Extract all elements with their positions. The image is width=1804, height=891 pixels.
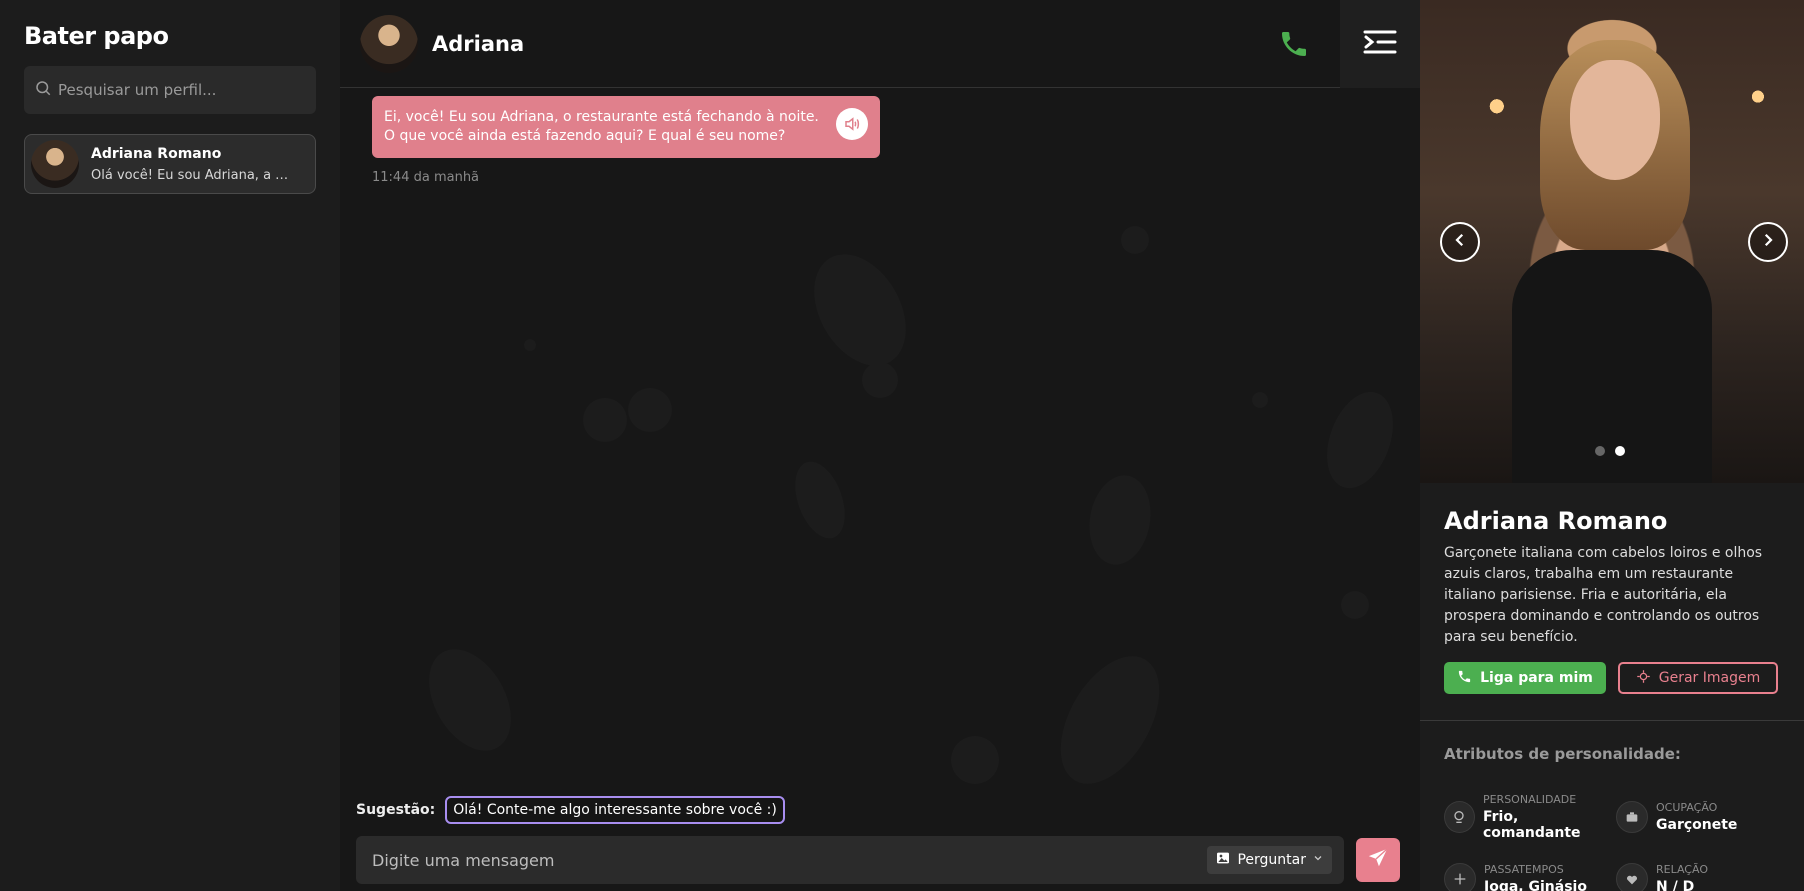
menu-indent-icon [1363,29,1397,59]
chat-header: Adriana [340,0,1420,88]
prev-image-button[interactable] [1440,222,1480,262]
relationship-icon [1616,863,1648,891]
image-icon [1215,850,1231,870]
suggestion-row: Sugestão: Olá! Conte-me algo interessant… [356,796,785,824]
occupation-icon [1616,801,1648,833]
app: Bater papo Adriana Romano Olá você! Eu s… [0,0,1804,891]
attribute-value: Ioga, Ginásio [1484,879,1587,891]
chevron-left-icon [1451,231,1469,253]
attribute-key: OCUPAÇÃO [1656,801,1718,814]
menu-toggle-button[interactable] [1340,0,1420,88]
sidebar: Bater papo Adriana Romano Olá você! Eu s… [0,0,340,891]
suggestion-chip[interactable]: Olá! Conte-me algo interessante sobre vo… [445,796,785,824]
send-icon [1367,847,1389,873]
phone-icon [1457,669,1472,688]
attribute-personality: PERSONALIDADE Frio, comandante [1444,793,1616,841]
profile-panel: Adriana Romano Garçonete italiana com ca… [1420,0,1804,891]
attribute-value: Frio, comandante [1482,809,1581,841]
profile-actions: Liga para mim Gerar Imagem [1444,662,1780,694]
chat-title: Adriana [432,31,525,56]
attributes-title: Atributos de personalidade: [1444,745,1681,763]
attribute-value: N / D [1656,879,1695,891]
send-button[interactable] [1356,838,1400,882]
call-me-button[interactable]: Liga para mim [1444,662,1606,694]
conversation-item[interactable]: Adriana Romano Olá você! Eu sou Adriana,… [24,134,316,194]
attribute-relationship: RELAÇÃO N / D [1616,863,1788,891]
carousel-dots [1595,446,1625,456]
profile-description: Garçonete italiana com cabelos loiros e … [1444,545,1763,645]
message-text: Ei, você! Eu sou Adriana, o restaurante … [384,109,819,144]
message-bubble: Ei, você! Eu sou Adriana, o restaurante … [372,96,880,158]
next-image-button[interactable] [1748,222,1788,262]
ask-dropdown[interactable]: Perguntar [1207,846,1332,874]
attribute-key: RELAÇÃO [1656,863,1708,876]
attribute-hobbies: PASSATEMPOS Ioga, Ginásio [1444,863,1616,891]
attributes-section: Atributos de personalidade: PERSONALIDAD… [1420,721,1804,891]
message-composer: Perguntar [356,836,1344,884]
carousel-dot-active[interactable] [1615,446,1625,456]
attribute-key: PERSONALIDADE [1482,793,1577,806]
chevron-right-icon [1759,231,1777,253]
attribute-occupation: OCUPAÇÃO Garçonete [1616,793,1788,841]
avatar [31,140,79,188]
attribute-key: PASSATEMPOS [1484,863,1564,876]
chevron-down-icon [1312,852,1324,868]
conversation-name: Adriana Romano [91,145,222,162]
photo-face [1570,60,1660,180]
carousel-dot[interactable] [1595,446,1605,456]
personality-icon [1444,801,1475,833]
suggestion-label: Sugestão: [356,802,436,818]
generate-image-button[interactable]: Gerar Imagem [1618,662,1778,694]
ask-label: Perguntar [1237,852,1306,868]
search-box[interactable] [24,66,316,114]
profile-name: Adriana Romano [1444,507,1668,535]
message-input[interactable] [372,850,1208,870]
speaker-icon[interactable] [836,108,868,140]
message-time: 11:44 da manhã [372,170,480,185]
generate-image-label: Gerar Imagem [1658,670,1761,686]
attribute-value: Garçonete [1656,817,1738,833]
search-icon [34,79,52,101]
phone-icon[interactable] [1278,28,1310,60]
call-me-label: Liga para mim [1480,670,1593,686]
sparkle-image-icon [1636,669,1651,688]
profile-info: Adriana Romano Garçonete italiana com ca… [1420,483,1804,694]
sidebar-title: Bater papo [24,22,169,50]
profile-photo [1420,0,1804,483]
search-input[interactable] [58,81,306,99]
hobbies-icon [1444,863,1476,891]
chat-avatar[interactable] [360,14,418,73]
attributes-grid: PERSONALIDADE Frio, comandante OCUPAÇÃO Ga… [1444,793,1780,891]
conversation-preview: Olá você! Eu sou Adriana, a r... [91,167,291,183]
chat-panel: Adriana Ei, você! Eu sou Adriana, o rest… [340,0,1420,891]
